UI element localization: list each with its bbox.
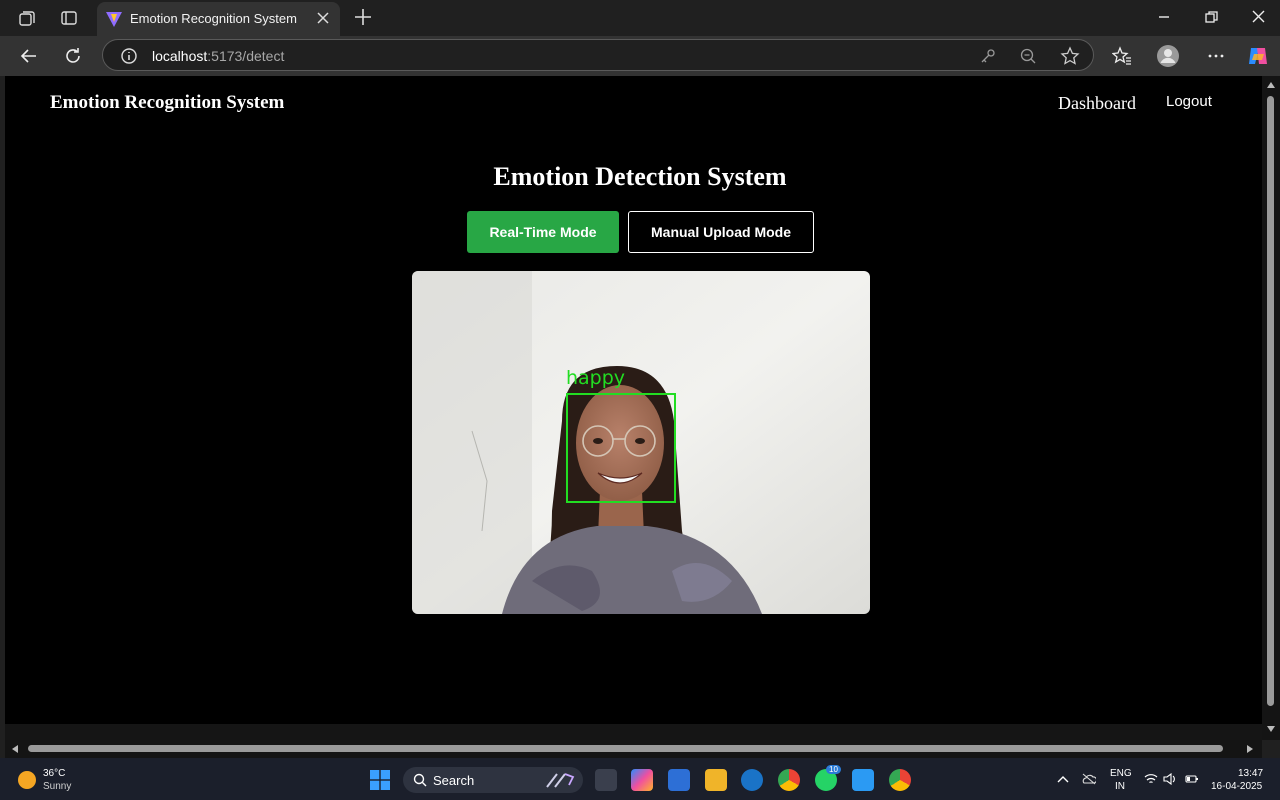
plus-icon[interactable]: [352, 6, 374, 28]
star-icon[interactable]: [1060, 46, 1080, 66]
workspaces-icon[interactable]: [14, 6, 40, 30]
language-line-2[interactable]: IN: [1115, 781, 1125, 792]
weather-condition[interactable]: Sunny: [43, 781, 71, 792]
restore-icon[interactable]: [1199, 6, 1223, 28]
chevron-up-icon[interactable]: [1056, 773, 1070, 785]
horizontal-scrollbar[interactable]: [5, 740, 1262, 758]
minimize-icon[interactable]: [1152, 6, 1176, 28]
scroll-up-icon[interactable]: [1266, 80, 1276, 90]
sun-icon[interactable]: [18, 771, 36, 789]
vertical-scroll-thumb[interactable]: [1267, 96, 1274, 706]
back-icon[interactable]: [17, 44, 41, 68]
active-tab[interactable]: Emotion Recognition System: [97, 2, 340, 36]
url-text[interactable]: localhost:5173/detect: [152, 48, 284, 64]
address-bar[interactable]: localhost:5173/detect: [102, 39, 1094, 71]
chrome-icon[interactable]: [778, 769, 800, 791]
search-highlight-icon: [546, 773, 575, 788]
scroll-right-icon[interactable]: [1245, 744, 1255, 754]
clock-date[interactable]: 16-04-2025: [1211, 781, 1262, 792]
whatsapp-badge: 10: [826, 765, 841, 774]
page-title: Emotion Detection System: [493, 162, 787, 191]
page-viewport: Emotion Recognition System Dashboard Log…: [5, 76, 1262, 724]
nav-logout-link[interactable]: Logout: [1166, 93, 1212, 110]
search-label: Search: [433, 773, 475, 788]
windows-taskbar: 36°C Sunny Search 10 ENG IN 13:47 16-04-…: [0, 758, 1280, 800]
window-close-icon[interactable]: [1246, 6, 1270, 28]
realtime-mode-button[interactable]: Real-Time Mode: [467, 211, 619, 253]
profile-icon[interactable]: [1156, 44, 1180, 68]
store-icon[interactable]: [668, 769, 690, 791]
wifi-icon[interactable]: [1144, 773, 1158, 785]
edge-icon[interactable]: [741, 769, 763, 791]
key-icon[interactable]: [978, 46, 998, 66]
vertical-scrollbar[interactable]: [1262, 76, 1280, 740]
battery-icon[interactable]: [1185, 773, 1199, 785]
page-bottom-strip: [5, 724, 1262, 740]
refresh-icon[interactable]: [61, 44, 85, 68]
face-bounding-box: [566, 393, 676, 503]
onedrive-icon[interactable]: [1082, 773, 1096, 785]
copilot-taskbar-icon[interactable]: [631, 769, 653, 791]
windows-start-icon[interactable]: [370, 770, 390, 790]
volume-icon[interactable]: [1163, 773, 1177, 785]
taskbar-search[interactable]: Search: [403, 767, 583, 793]
zoom-out-icon[interactable]: [1018, 46, 1038, 66]
language-line-1[interactable]: ENG: [1110, 768, 1132, 779]
emotion-label: happy: [566, 367, 626, 389]
close-icon[interactable]: [314, 9, 332, 27]
vite-favicon-icon: [106, 12, 122, 27]
favorites-icon[interactable]: [1110, 44, 1134, 68]
chrome-profile-icon[interactable]: [889, 769, 911, 791]
scroll-left-icon[interactable]: [10, 744, 20, 754]
search-icon: [413, 773, 427, 787]
browser-tab-bar: Emotion Recognition System: [0, 0, 1280, 36]
clock-time[interactable]: 13:47: [1238, 768, 1263, 779]
manual-upload-mode-button[interactable]: Manual Upload Mode: [628, 211, 814, 253]
browser-toolbar: localhost:5173/detect: [0, 36, 1280, 76]
brand-title: Emotion Recognition System: [50, 92, 285, 113]
horizontal-scroll-thumb[interactable]: [28, 745, 1223, 752]
info-icon[interactable]: [119, 46, 139, 66]
task-view-icon[interactable]: [595, 769, 617, 791]
more-icon[interactable]: [1204, 44, 1228, 68]
copilot-icon[interactable]: [1246, 44, 1270, 68]
webcam-feed: happy: [412, 271, 870, 614]
tab-actions-icon[interactable]: [56, 6, 82, 30]
file-explorer-icon[interactable]: [705, 769, 727, 791]
weather-temp[interactable]: 36°C: [43, 768, 65, 779]
vscode-icon[interactable]: [852, 769, 874, 791]
scroll-down-icon[interactable]: [1266, 724, 1276, 734]
nav-dashboard-link[interactable]: Dashboard: [1058, 93, 1136, 114]
tab-title: Emotion Recognition System: [130, 11, 297, 26]
